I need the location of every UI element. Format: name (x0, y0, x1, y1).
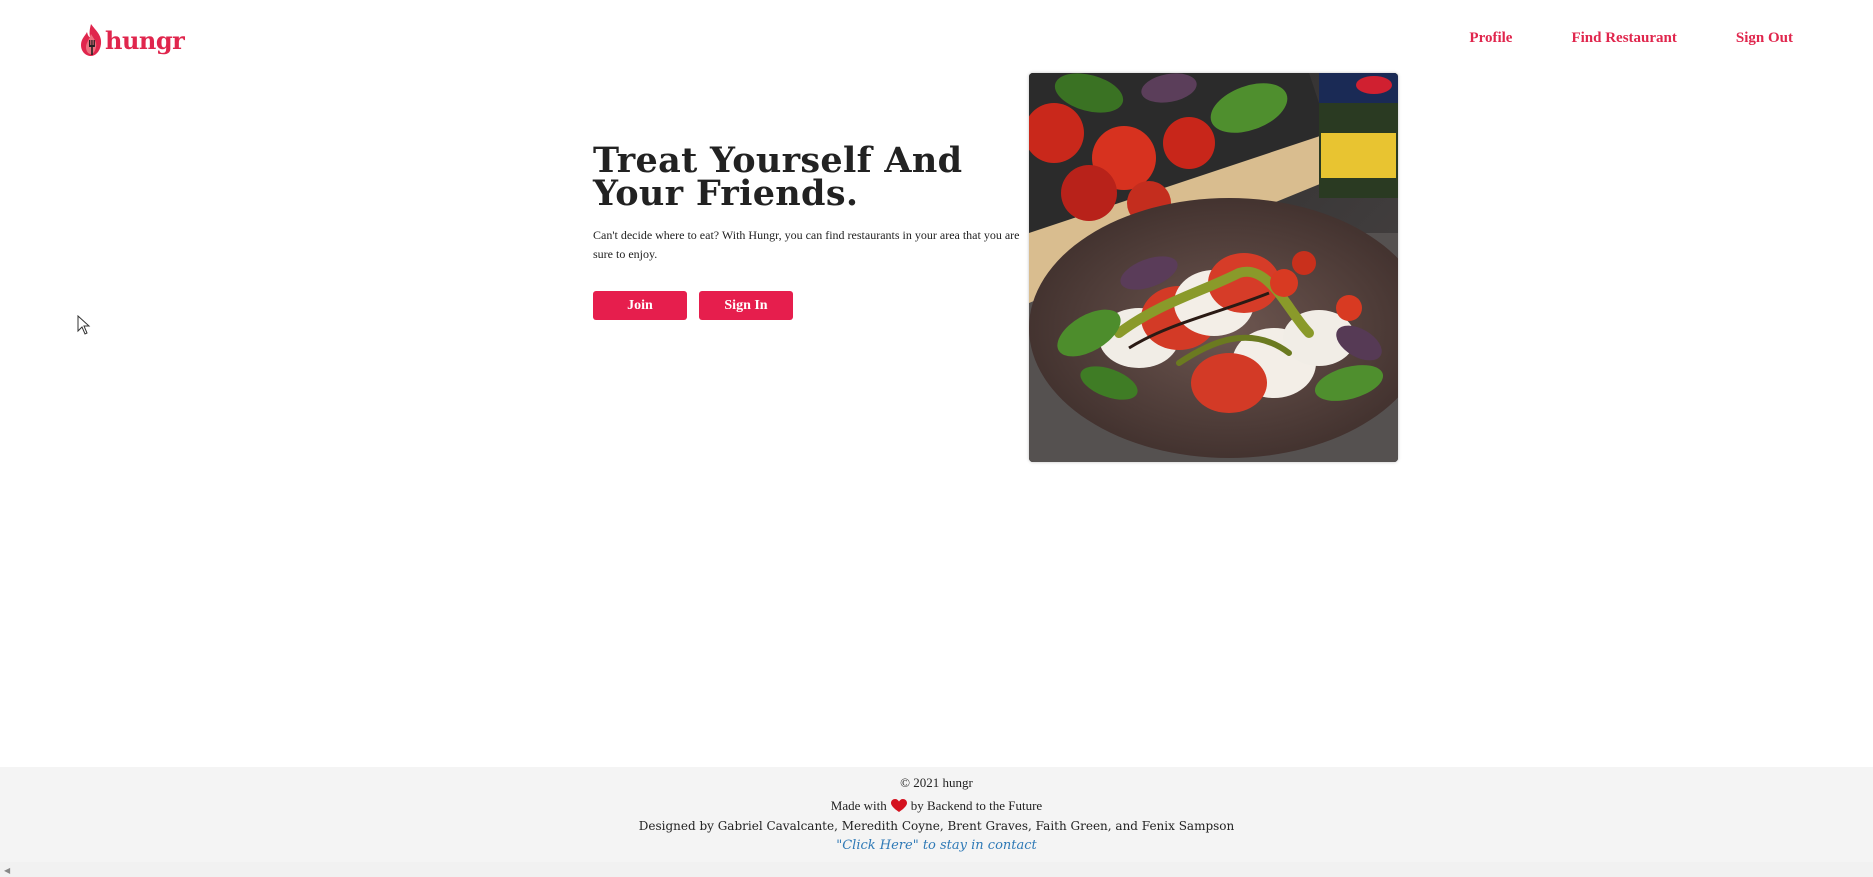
sign-in-button[interactable]: Sign In (699, 291, 793, 320)
main-nav: Profile Find Restaurant Sign Out (1410, 30, 1793, 47)
hero-description: Can't decide where to eat? With Hungr, y… (593, 228, 1020, 261)
site-footer: © 2021 hungr Made with by Backend to the … (0, 767, 1873, 877)
heart-icon (890, 799, 907, 812)
made-with-prefix: Made with (830, 798, 887, 813)
hero-section: Treat Yourself And Your Friends. Can't d… (593, 140, 1033, 320)
hero-food-image (1029, 73, 1398, 462)
nav-profile-link[interactable]: Profile (1469, 30, 1512, 47)
contact-link[interactable]: "Click Here" to stay in contact (0, 838, 1873, 853)
nav-sign-out-link[interactable]: Sign Out (1736, 30, 1793, 47)
nav-find-restaurant-link[interactable]: Find Restaurant (1571, 30, 1676, 47)
caprese-salad-icon (1029, 73, 1398, 462)
copyright-text: © 2021 hungr (900, 775, 973, 790)
mouse-cursor-icon (77, 315, 91, 335)
horizontal-scrollbar[interactable]: ◀ (0, 862, 1873, 877)
made-with-line: Made with by Backend to the Future (0, 798, 1873, 814)
logo-text: hungr (105, 25, 185, 55)
site-header: hungr Profile Find Restaurant Sign Out (0, 0, 1873, 80)
hero-title: Treat Yourself And Your Friends. (593, 140, 963, 214)
hero-buttons: Join Sign In (593, 291, 1033, 320)
scroll-left-arrow-icon[interactable]: ◀ (4, 866, 10, 875)
flame-fork-icon (81, 24, 102, 56)
designed-by-text: Designed by Gabriel Cavalcante, Meredith… (638, 819, 1235, 833)
made-with-suffix: by Backend to the Future (910, 798, 1043, 813)
logo[interactable]: hungr (78, 22, 185, 58)
join-button[interactable]: Join (593, 291, 687, 320)
